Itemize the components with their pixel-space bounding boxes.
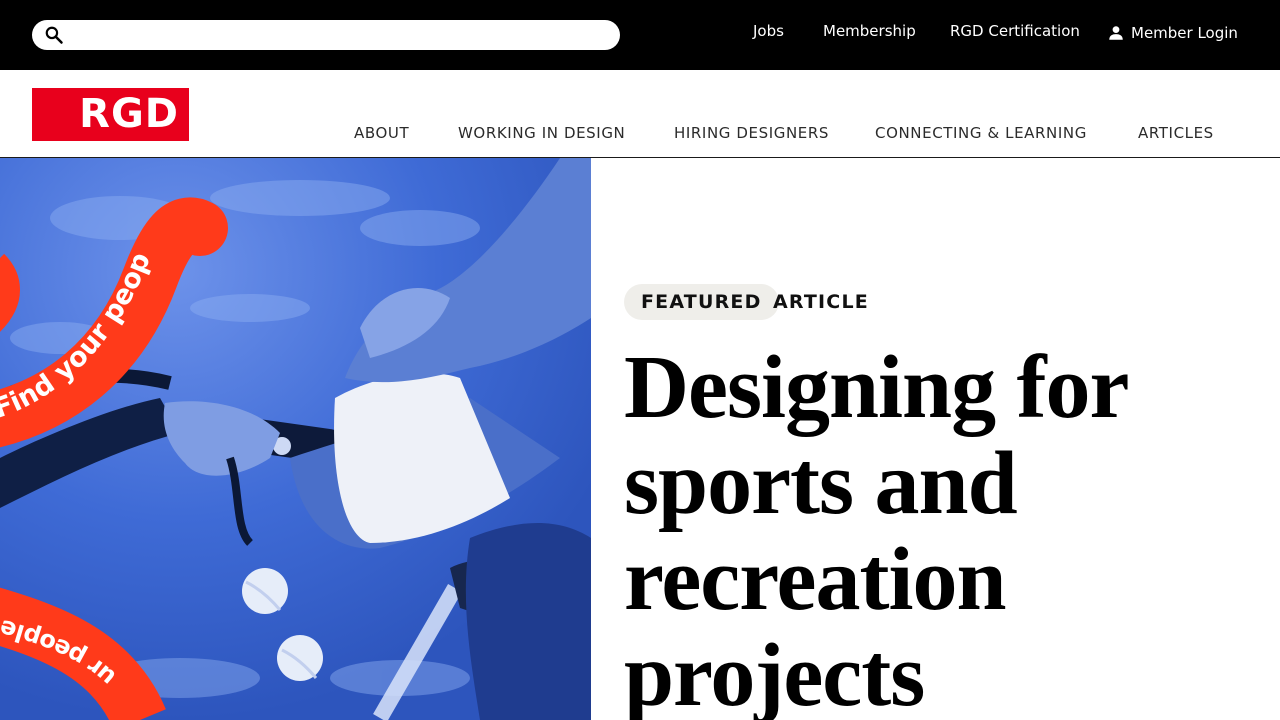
nav-connecting-learning[interactable]: CONNECTING & LEARNING — [875, 124, 1087, 142]
headline-line: Designing for — [624, 338, 1130, 437]
main-navigation: RGD ABOUT WORKING IN DESIGN HIRING DESIG… — [0, 70, 1280, 158]
person-icon — [1109, 26, 1123, 40]
article-type-label[interactable]: ARTICLE — [773, 291, 869, 313]
rgd-certification-link[interactable]: RGD Certification — [950, 22, 1080, 40]
logo-text: RGD — [79, 91, 179, 137]
search-icon[interactable] — [44, 25, 64, 45]
search-box[interactable] — [32, 20, 620, 50]
headline-line: recreation — [624, 530, 1007, 629]
nav-about[interactable]: ABOUT — [354, 124, 409, 142]
nav-hiring-designers[interactable]: HIRING DESIGNERS — [674, 124, 829, 142]
featured-badge[interactable]: FEATURED — [624, 284, 779, 320]
hero-image[interactable]: Find your people. ur people.Fu — [0, 158, 591, 720]
jobs-link[interactable]: Jobs — [753, 22, 784, 40]
nav-working-in-design[interactable]: WORKING IN DESIGN — [458, 124, 625, 142]
headline-line: sports and — [624, 434, 1018, 533]
headline-line: projects — [624, 626, 925, 720]
member-login-label: Member Login — [1131, 24, 1238, 42]
nav-articles[interactable]: ARTICLES — [1138, 124, 1214, 142]
rgd-logo[interactable]: RGD — [32, 88, 189, 141]
featured-headline[interactable]: Designing for sports and recreation proj… — [624, 340, 1244, 720]
search-input[interactable] — [72, 23, 612, 47]
member-login-link[interactable]: Member Login — [1107, 24, 1238, 42]
featured-label: FEATURED — [641, 291, 762, 313]
utility-bar: Jobs Membership RGD Certification Member… — [0, 0, 1280, 70]
membership-link[interactable]: Membership — [823, 22, 916, 40]
